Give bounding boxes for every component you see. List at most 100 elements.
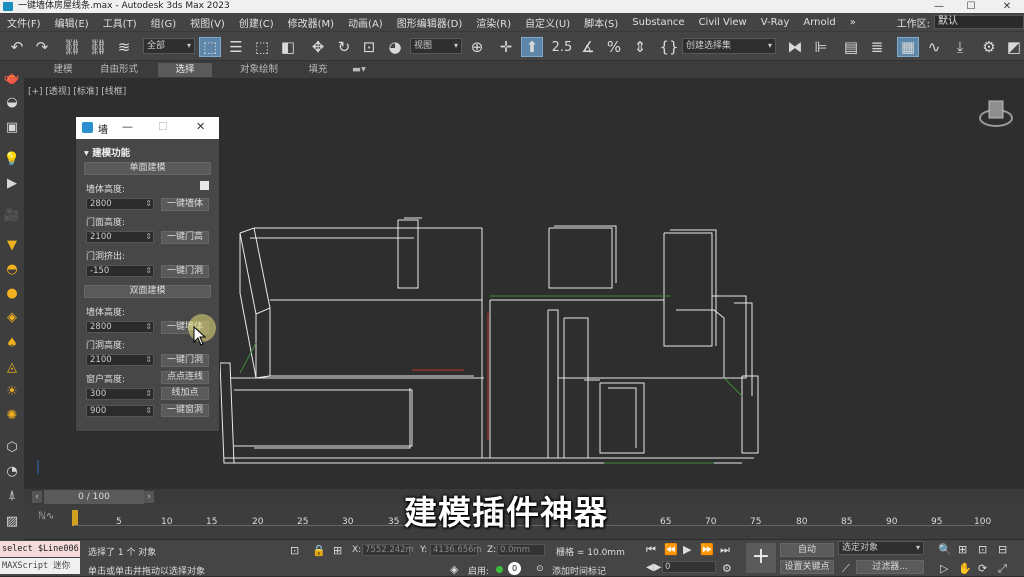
menu-vray[interactable]: V-Ray (754, 17, 797, 28)
reference-coordinate-dropdown[interactable]: 视图 (410, 38, 462, 54)
window-crossing-icon[interactable]: ◧ (277, 37, 299, 57)
zoom-all-icon[interactable]: ⊞ (958, 543, 967, 556)
hierarchy-icon[interactable]: ⍋ (3, 486, 21, 504)
sphere-icon[interactable]: ◒ (3, 93, 21, 111)
unlink-icon[interactable]: ⛓ (87, 37, 109, 57)
lock-selection-icon[interactable]: 🔒 (312, 544, 326, 557)
tab-freeform[interactable]: 自由形式 (92, 63, 146, 77)
one-key-door-hole-button[interactable]: 一键门洞 (161, 265, 209, 278)
key-tangent-icon[interactable]: ⟋ (842, 562, 850, 576)
maxscript-mini-listener[interactable]: MAXScript 迷你 (0, 558, 80, 574)
dialog-minimize-button[interactable]: — (122, 120, 133, 133)
add-time-tag-label[interactable]: 添加时间标记 (552, 564, 606, 577)
angle-snap-icon[interactable]: ∡ (577, 37, 599, 57)
minimize-button[interactable]: — (924, 0, 954, 13)
rectangular-selection-icon[interactable]: ⬚ (251, 37, 273, 57)
key-mode-icon[interactable]: ◀▶ (646, 562, 661, 573)
spinner-snap-icon[interactable]: ⇕ (629, 37, 651, 57)
menu-group[interactable]: 组(G) (144, 15, 184, 30)
redo-icon[interactable]: ↷ (31, 37, 53, 57)
link-icon[interactable]: ⛓ (61, 37, 83, 57)
wall-height-2-spinner[interactable]: 2800 (86, 321, 154, 333)
maximize-button[interactable]: ☐ (956, 0, 986, 13)
connect-points-button[interactable]: 点点连线 (161, 371, 209, 384)
percent-snap-icon[interactable]: % (603, 37, 625, 57)
frame-counter[interactable]: 0 / 100 (44, 490, 144, 504)
menu-scripting[interactable]: 脚本(S) (577, 15, 625, 30)
absolute-mode-icon[interactable]: ⊞ (333, 544, 342, 557)
door-hole-height-spinner[interactable]: 2100 (86, 354, 154, 366)
menu-rendering[interactable]: 渲染(R) (469, 15, 518, 30)
dialog-title-bar[interactable]: 墙 — ☐ ✕ (76, 117, 219, 139)
snaps-toggle-icon[interactable]: 2.5 (550, 37, 574, 57)
menu-customize[interactable]: 自定义(U) (518, 15, 577, 30)
select-by-name-icon[interactable]: ☰ (225, 37, 247, 57)
maximize-viewport-icon[interactable]: ⤢ (998, 562, 1007, 576)
move-icon[interactable]: ✥ (307, 37, 329, 57)
camera-icon[interactable]: ▶ (3, 174, 21, 192)
menu-civil-view[interactable]: Civil View (692, 17, 754, 28)
wall-height-spinner[interactable]: 2800 (86, 198, 154, 210)
menu-edit[interactable]: 编辑(E) (48, 15, 96, 30)
auto-key-button[interactable]: 自动 (780, 543, 834, 557)
bind-space-warp-icon[interactable]: ≋ (113, 37, 135, 57)
zoom-icon[interactable]: 🔍 (938, 543, 952, 556)
go-to-start-icon[interactable]: ⏮ (646, 543, 656, 557)
omni-light-icon[interactable]: ◬ (3, 358, 21, 376)
play-icon[interactable]: ▶ (683, 543, 691, 556)
render-setup-icon[interactable]: ⚙ (978, 37, 1000, 57)
rotate-icon[interactable]: ↻ (333, 37, 355, 57)
lamp-icon[interactable]: ♠ (3, 334, 21, 352)
select-manipulate-icon[interactable]: ✛ (495, 37, 517, 57)
menu-graph-editors[interactable]: 图形编辑器(D) (390, 15, 470, 30)
named-selection-dropdown[interactable]: 创建选择集 (682, 38, 776, 54)
zoom-extents-icon[interactable]: ⊡ (978, 543, 987, 556)
scene-explorer-icon[interactable]: ▤ (840, 37, 862, 57)
spotlight-icon[interactable]: ▼ (3, 236, 21, 254)
skylight-icon[interactable]: ✺ (3, 406, 21, 424)
adaptive-degradation-icon[interactable]: ◈ (450, 563, 458, 576)
add-point-button[interactable]: 线加点 (161, 387, 209, 400)
y-coordinate-field[interactable]: 4136.656m (430, 544, 482, 556)
door-height-spinner[interactable]: 2100 (86, 231, 154, 243)
z-coordinate-field[interactable]: 0.0mm (497, 544, 545, 556)
time-config-icon[interactable]: ⚙ (722, 562, 732, 575)
mirror-icon[interactable]: ⧓ (784, 37, 806, 57)
curve-editor-mini-icon[interactable]: ℕ∿ (38, 511, 54, 522)
single-face-modeling-button[interactable]: 单面建模 (84, 162, 211, 175)
utilities-icon[interactable]: ▨ (3, 512, 21, 530)
align-icon[interactable]: ⊫ (810, 37, 832, 57)
scale-icon[interactable]: ⊡ (358, 37, 380, 57)
pivot-icon[interactable]: ⊕ (466, 37, 488, 57)
tab-modeling[interactable]: 建模 (36, 63, 90, 77)
tab-selection[interactable]: 选择 (158, 63, 212, 77)
pan-icon[interactable]: ✋ (958, 562, 972, 575)
selection-filter-dropdown[interactable]: 全部 (143, 38, 195, 54)
window-height-spinner[interactable]: 900 (86, 405, 154, 417)
undo-icon[interactable]: ↶ (6, 37, 28, 57)
curve-editor-icon[interactable]: ∿ (923, 37, 945, 57)
teapot-icon[interactable]: 🫖 (3, 69, 21, 87)
globe-icon[interactable]: ◔ (3, 462, 21, 480)
sphere-light-icon[interactable]: ● (3, 284, 21, 302)
door-extrude-spinner[interactable]: -150 (86, 265, 154, 277)
render-frame-icon[interactable]: ◩ (1004, 37, 1024, 57)
box-icon[interactable]: ▣ (3, 118, 21, 136)
menu-views[interactable]: 视图(V) (183, 15, 232, 30)
place-icon[interactable]: ◕ (384, 37, 406, 57)
zoom-extents-all-icon[interactable]: ⊟ (998, 543, 1007, 556)
menu-file[interactable]: 文件(F) (0, 15, 48, 30)
option-checkbox[interactable] (200, 181, 209, 190)
field-of-view-icon[interactable]: ▷ (940, 562, 948, 575)
previous-key-icon[interactable]: ⏪ (664, 543, 678, 556)
edit-named-selection-icon[interactable]: {} (658, 37, 680, 57)
double-face-modeling-button[interactable]: 双面建模 (84, 285, 211, 298)
set-key-button[interactable]: 设置关键点 (780, 560, 834, 574)
video-camera-icon[interactable]: 🎥 (3, 206, 21, 224)
schematic-view-icon[interactable]: ⤓ (949, 37, 971, 57)
time-tag-counter-icon[interactable]: 0 (508, 562, 521, 575)
isolate-icon[interactable]: ⊡ (290, 544, 299, 557)
time-marker[interactable] (72, 510, 78, 526)
orbit-icon[interactable]: ⟳ (978, 562, 987, 575)
menu-more-icon[interactable]: » (843, 17, 863, 28)
